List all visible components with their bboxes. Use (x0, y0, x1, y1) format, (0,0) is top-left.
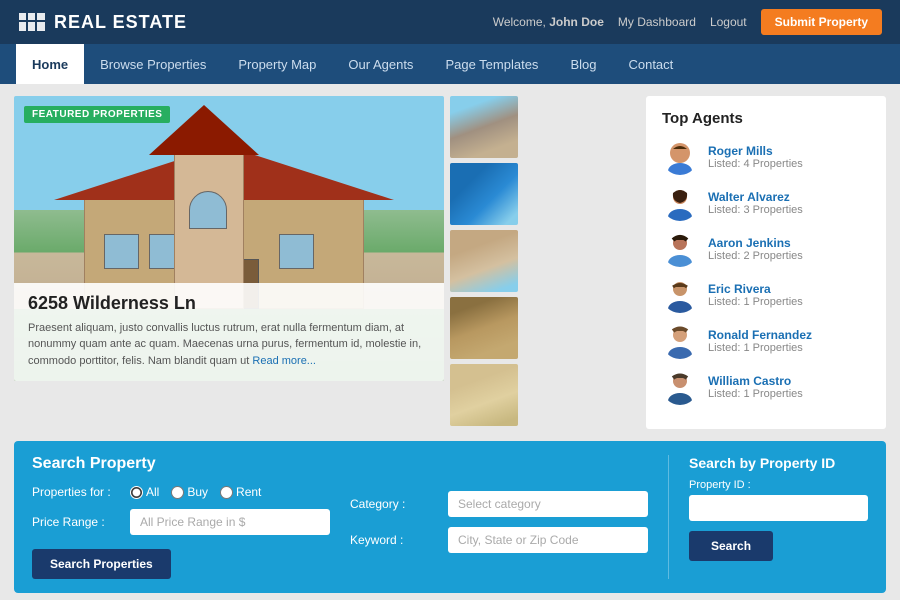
dashboard-link[interactable]: My Dashboard (618, 15, 696, 29)
read-more-link[interactable]: Read more... (252, 355, 316, 367)
agent-listed: Listed: 4 Properties (708, 158, 803, 170)
nav-property-map[interactable]: Property Map (222, 44, 332, 84)
nav-browse-properties[interactable]: Browse Properties (84, 44, 222, 84)
agent-info-eric: Eric Rivera Listed: 1 Properties (708, 282, 803, 308)
logo: REAL ESTATE (18, 12, 187, 33)
agent-avatar-walter (662, 185, 698, 221)
featured-property-main: FEATURED PROPERTIES 6258 Wilderness Ln P… (14, 96, 444, 381)
agent-name[interactable]: Walter Alvarez (708, 190, 803, 204)
header: REAL ESTATE Welcome, John Doe My Dashboa… (0, 0, 900, 44)
featured-title: 6258 Wilderness Ln (28, 293, 430, 314)
logo-icon (18, 12, 46, 32)
nav-blog[interactable]: Blog (554, 44, 612, 84)
search-properties-button[interactable]: Search Properties (32, 549, 171, 579)
agent-listed: Listed: 1 Properties (708, 388, 803, 400)
properties-for-label: Properties for : (32, 485, 122, 499)
category-label: Category : (350, 497, 440, 511)
thumbnail-5[interactable] (450, 364, 518, 426)
price-range-input[interactable] (130, 509, 330, 535)
agent-listed: Listed: 2 Properties (708, 250, 803, 262)
radio-all[interactable] (130, 486, 143, 499)
agent-info-roger: Roger Mills Listed: 4 Properties (708, 144, 803, 170)
thumbnail-2[interactable] (450, 163, 518, 225)
radio-buy-label[interactable]: Buy (171, 485, 208, 499)
agent-avatar-aaron (662, 231, 698, 267)
search-property-panel: Search Property Properties for : All Buy… (32, 455, 330, 579)
agent-listed: Listed: 1 Properties (708, 342, 812, 354)
username: John Doe (549, 15, 604, 29)
agent-item: Eric Rivera Listed: 1 Properties (662, 277, 870, 313)
agent-item: Roger Mills Listed: 4 Properties (662, 139, 870, 175)
agent-item: Aaron Jenkins Listed: 2 Properties (662, 231, 870, 267)
property-id-label: Property ID : (689, 479, 868, 491)
nav-contact[interactable]: Contact (612, 44, 689, 84)
keyword-input[interactable] (448, 527, 648, 553)
featured-badge: FEATURED PROPERTIES (24, 106, 170, 123)
header-right: Welcome, John Doe My Dashboard Logout Su… (493, 9, 882, 35)
search-property-title: Search Property (32, 455, 330, 473)
agent-item: Ronald Fernandez Listed: 1 Properties (662, 323, 870, 359)
search-middle-panel: Category : Keyword : (350, 455, 648, 579)
agent-info-ronald: Ronald Fernandez Listed: 1 Properties (708, 328, 812, 354)
agent-avatar-william (662, 369, 698, 405)
price-range-row: Price Range : (32, 509, 330, 535)
logout-link[interactable]: Logout (710, 15, 747, 29)
radio-all-label[interactable]: All (130, 485, 159, 499)
main-content: FEATURED PROPERTIES 6258 Wilderness Ln P… (0, 84, 900, 441)
category-row: Category : (350, 491, 648, 517)
category-input[interactable] (448, 491, 648, 517)
top-agents-title: Top Agents (662, 110, 870, 127)
property-id-input[interactable] (689, 495, 868, 521)
nav-our-agents[interactable]: Our Agents (332, 44, 429, 84)
logo-text: REAL ESTATE (54, 12, 187, 33)
agent-item: William Castro Listed: 1 Properties (662, 369, 870, 405)
agent-avatar-roger (662, 139, 698, 175)
radio-rent[interactable] (220, 486, 233, 499)
search-section: Search Property Properties for : All Buy… (14, 441, 886, 593)
agent-info-walter: Walter Alvarez Listed: 3 Properties (708, 190, 803, 216)
main-nav: Home Browse Properties Property Map Our … (0, 44, 900, 84)
welcome-text: Welcome, John Doe (493, 15, 604, 29)
search-by-id-title: Search by Property ID (689, 455, 868, 471)
search-by-id-panel: Search by Property ID Property ID : Sear… (668, 455, 868, 579)
agent-name[interactable]: William Castro (708, 374, 803, 388)
agent-avatar-eric (662, 277, 698, 313)
property-type-radio-group: All Buy Rent (130, 485, 261, 499)
keyword-label: Keyword : (350, 533, 440, 547)
agent-name[interactable]: Aaron Jenkins (708, 236, 803, 250)
keyword-row: Keyword : (350, 527, 648, 553)
agent-name[interactable]: Roger Mills (708, 144, 803, 158)
agent-listed: Listed: 3 Properties (708, 204, 803, 216)
featured-description: Praesent aliquam, justo convallis luctus… (28, 320, 430, 370)
featured-section: FEATURED PROPERTIES 6258 Wilderness Ln P… (14, 96, 634, 429)
top-agents-panel: Top Agents Roger Mills Listed: 4 Propert… (646, 96, 886, 429)
price-range-label: Price Range : (32, 515, 122, 529)
agent-name[interactable]: Ronald Fernandez (708, 328, 812, 342)
id-search-button[interactable]: Search (689, 531, 773, 561)
agent-info-william: William Castro Listed: 1 Properties (708, 374, 803, 400)
agent-item: Walter Alvarez Listed: 3 Properties (662, 185, 870, 221)
radio-buy[interactable] (171, 486, 184, 499)
thumbnail-3[interactable] (450, 230, 518, 292)
radio-rent-label[interactable]: Rent (220, 485, 261, 499)
properties-for-row: Properties for : All Buy Rent (32, 485, 330, 499)
submit-property-button[interactable]: Submit Property (761, 9, 882, 35)
agent-avatar-ronald (662, 323, 698, 359)
thumbnail-1[interactable] (450, 96, 518, 158)
agent-info-aaron: Aaron Jenkins Listed: 2 Properties (708, 236, 803, 262)
agent-name[interactable]: Eric Rivera (708, 282, 803, 296)
agent-listed: Listed: 1 Properties (708, 296, 803, 308)
featured-info: 6258 Wilderness Ln Praesent aliquam, jus… (14, 283, 444, 382)
nav-home[interactable]: Home (16, 44, 84, 84)
property-thumbnails (450, 96, 518, 429)
thumbnail-4[interactable] (450, 297, 518, 359)
nav-page-templates[interactable]: Page Templates (429, 44, 554, 84)
